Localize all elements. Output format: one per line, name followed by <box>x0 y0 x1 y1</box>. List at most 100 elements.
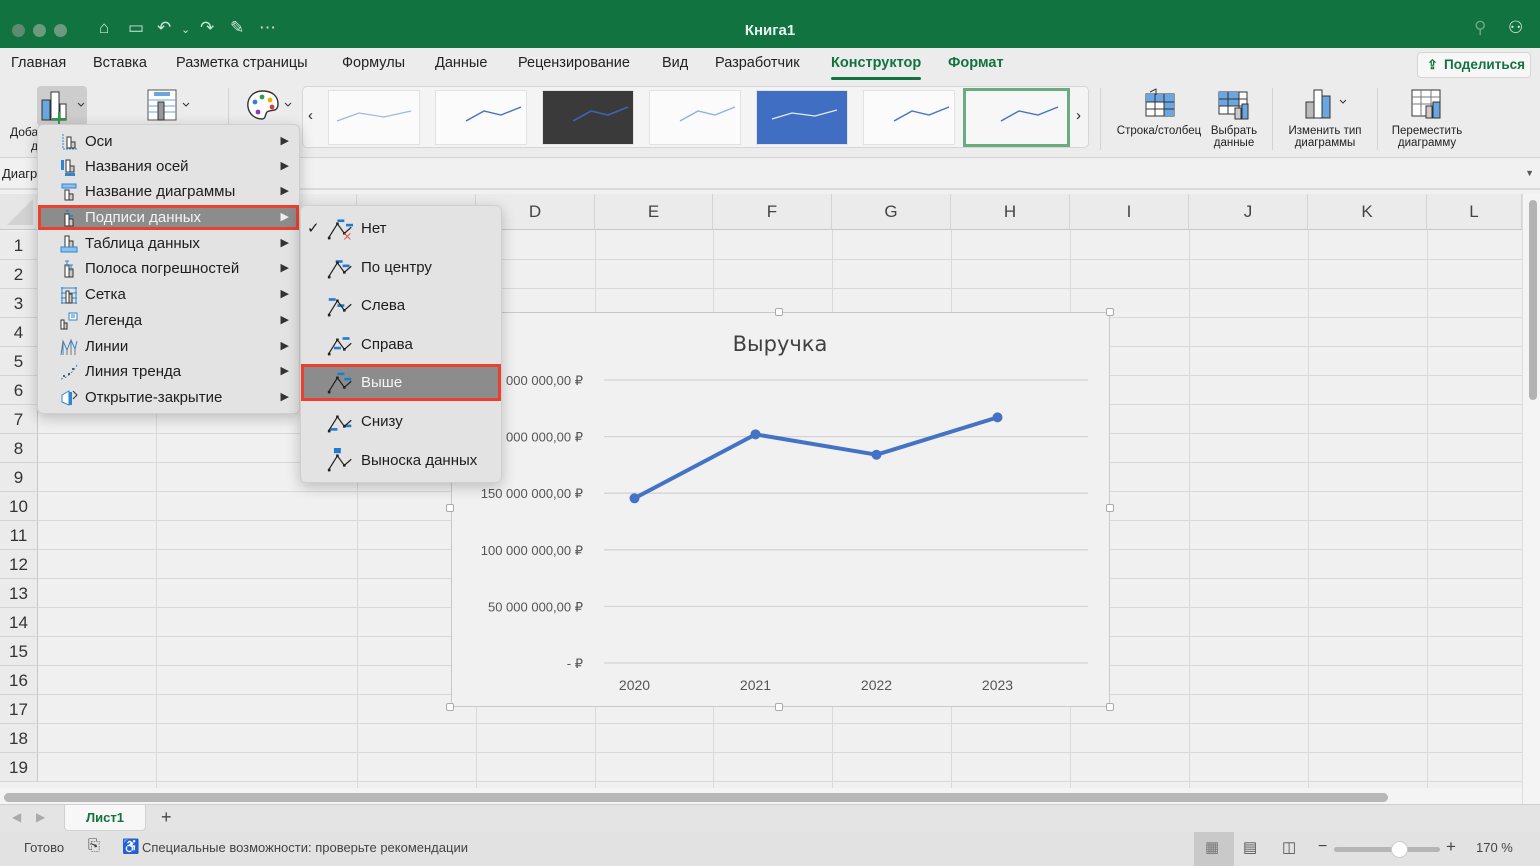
zoom-in-button[interactable]: + <box>1446 837 1456 857</box>
resize-handle-e[interactable] <box>1106 504 1114 512</box>
submenu-item-center[interactable]: По центру <box>301 249 501 286</box>
tab-page-layout[interactable]: Разметка страницы <box>176 55 308 71</box>
submenu-item-right[interactable]: Справа <box>301 326 501 363</box>
page-break-view-icon[interactable]: ◫ <box>1282 838 1296 856</box>
menu-item-data-table[interactable]: Таблица данных ▶ <box>38 231 299 256</box>
vertical-scroll-thumb[interactable] <box>1529 200 1537 400</box>
tab-review[interactable]: Рецензирование <box>518 55 630 71</box>
zoom-level[interactable]: 170 % <box>1476 840 1513 855</box>
submenu-item-left[interactable]: Слева <box>301 287 501 324</box>
gallery-next-button[interactable]: › <box>1076 107 1081 124</box>
chart-style-4[interactable] <box>649 90 741 145</box>
column-header[interactable]: E <box>595 194 713 230</box>
chart-style-1[interactable] <box>328 90 420 145</box>
resize-handle-se[interactable] <box>1106 703 1114 711</box>
row-header[interactable]: 14 <box>0 608 38 637</box>
series-line[interactable] <box>633 415 999 501</box>
share-button[interactable]: ⇪ Поделиться <box>1417 52 1531 78</box>
accessibility-icon[interactable]: ♿ <box>122 838 139 855</box>
chart-style-3[interactable] <box>542 90 634 145</box>
vertical-scrollbar[interactable] <box>1522 194 1540 804</box>
row-header[interactable]: 11 <box>0 521 38 550</box>
column-header[interactable]: G <box>832 194 951 230</box>
chart-style-2[interactable] <box>435 90 527 145</box>
column-header[interactable]: H <box>951 194 1070 230</box>
row-header[interactable]: 17 <box>0 695 38 724</box>
menu-item-legend[interactable]: Легенда ▶ <box>38 308 299 333</box>
next-sheet-button[interactable]: ▶ <box>36 810 45 824</box>
prev-sheet-button[interactable]: ◀ <box>12 810 21 824</box>
row-header[interactable]: 12 <box>0 550 38 579</box>
tab-developer[interactable]: Разработчик <box>715 55 800 71</box>
move-chart-button[interactable]: Переместить диаграмму <box>1384 88 1470 149</box>
row-header[interactable]: 10 <box>0 492 38 521</box>
submenu-item-below[interactable]: Снизу <box>301 403 501 440</box>
data-point[interactable] <box>992 412 1003 423</box>
submenu-item-data-callout[interactable]: Выноска данных <box>301 442 501 479</box>
menu-item-up-down-bars[interactable]: Открытие-закрытие ▶ <box>38 385 299 410</box>
row-header[interactable]: 19 <box>0 753 38 782</box>
menu-item-axis-titles[interactable]: Названия осей ▶ <box>38 154 299 179</box>
horizontal-scroll-thumb[interactable] <box>4 793 1388 802</box>
row-header[interactable]: 5 <box>0 347 38 376</box>
tab-chart-design[interactable]: Конструктор <box>831 55 922 80</box>
data-point[interactable] <box>750 429 761 440</box>
menu-item-lines[interactable]: Линии ▶ <box>38 334 299 359</box>
expand-formula-bar-icon[interactable]: ▼ <box>1525 168 1534 178</box>
zoom-slider-knob[interactable] <box>1391 841 1409 858</box>
row-header[interactable]: 9 <box>0 463 38 492</box>
row-header[interactable]: 18 <box>0 724 38 753</box>
zoom-slider[interactable] <box>1334 841 1440 858</box>
chart-object[interactable]: Выручка - ₽ 50 000 000,00 ₽ 100 000 000,00… <box>451 312 1110 707</box>
chart-style-7-selected[interactable] <box>963 88 1070 147</box>
macro-record-icon[interactable]: ⎘ <box>88 837 100 854</box>
resize-handle-ne[interactable] <box>1106 308 1114 316</box>
row-header[interactable]: 15 <box>0 637 38 666</box>
chart-style-5[interactable] <box>756 90 848 145</box>
accessibility-status[interactable]: Специальные возможности: проверьте реком… <box>142 840 468 855</box>
row-header[interactable]: 16 <box>0 666 38 695</box>
add-chart-element-button[interactable] <box>37 86 87 126</box>
chart-style-6[interactable] <box>863 90 955 145</box>
name-box[interactable]: Диагр <box>2 166 37 181</box>
gallery-prev-button[interactable]: ‹ <box>308 107 313 124</box>
resize-handle-s[interactable] <box>775 703 783 711</box>
menu-item-trendline[interactable]: Линия тренда ▶ <box>38 359 299 384</box>
add-sheet-button[interactable]: + <box>161 807 172 828</box>
row-header[interactable]: 6 <box>0 376 38 405</box>
menu-item-chart-title[interactable]: Название диаграммы ▶ <box>38 179 299 204</box>
row-header[interactable]: 8 <box>0 434 38 463</box>
switch-row-column-button[interactable]: Строка/столбец <box>1114 88 1204 137</box>
submenu-item-none[interactable]: ✓ Нет <box>301 210 501 247</box>
select-all-corner[interactable] <box>0 194 38 230</box>
search-icon[interactable]: ⚲ <box>1474 18 1486 38</box>
tab-format[interactable]: Формат <box>948 55 1004 71</box>
page-layout-view-icon[interactable]: ▤ <box>1243 838 1257 856</box>
tab-insert[interactable]: Вставка <box>93 55 147 71</box>
column-header[interactable]: F <box>713 194 832 230</box>
row-header[interactable]: 1 <box>0 231 38 260</box>
menu-item-gridlines[interactable]: Сетка ▶ <box>38 282 299 307</box>
resize-handle-sw[interactable] <box>446 703 454 711</box>
row-header[interactable]: 3 <box>0 289 38 318</box>
submenu-item-above[interactable]: Выше <box>301 364 501 402</box>
change-colors-button[interactable] <box>245 88 295 129</box>
column-header[interactable]: J <box>1189 194 1308 230</box>
column-header[interactable]: L <box>1427 194 1522 230</box>
menu-item-data-labels[interactable]: Подписи данных ▶ <box>38 205 299 230</box>
quick-layout-button[interactable] <box>145 88 195 129</box>
horizontal-scrollbar[interactable] <box>0 788 1522 804</box>
tab-formulas[interactable]: Формулы <box>342 55 405 71</box>
row-header[interactable]: 7 <box>0 405 38 434</box>
select-data-button[interactable]: Выбрать данные <box>1206 88 1262 149</box>
row-header[interactable]: 13 <box>0 579 38 608</box>
row-header[interactable]: 4 <box>0 318 38 347</box>
tab-home[interactable]: Главная <box>11 55 66 71</box>
tab-view[interactable]: Вид <box>662 55 688 71</box>
change-chart-type-button[interactable]: Изменить тип диаграммы <box>1280 88 1370 149</box>
tab-data[interactable]: Данные <box>435 55 487 71</box>
collaborate-icon[interactable]: ⚇ <box>1508 18 1523 38</box>
data-point[interactable] <box>871 449 882 460</box>
resize-handle-w[interactable] <box>446 504 454 512</box>
zoom-out-button[interactable]: − <box>1318 838 1327 856</box>
